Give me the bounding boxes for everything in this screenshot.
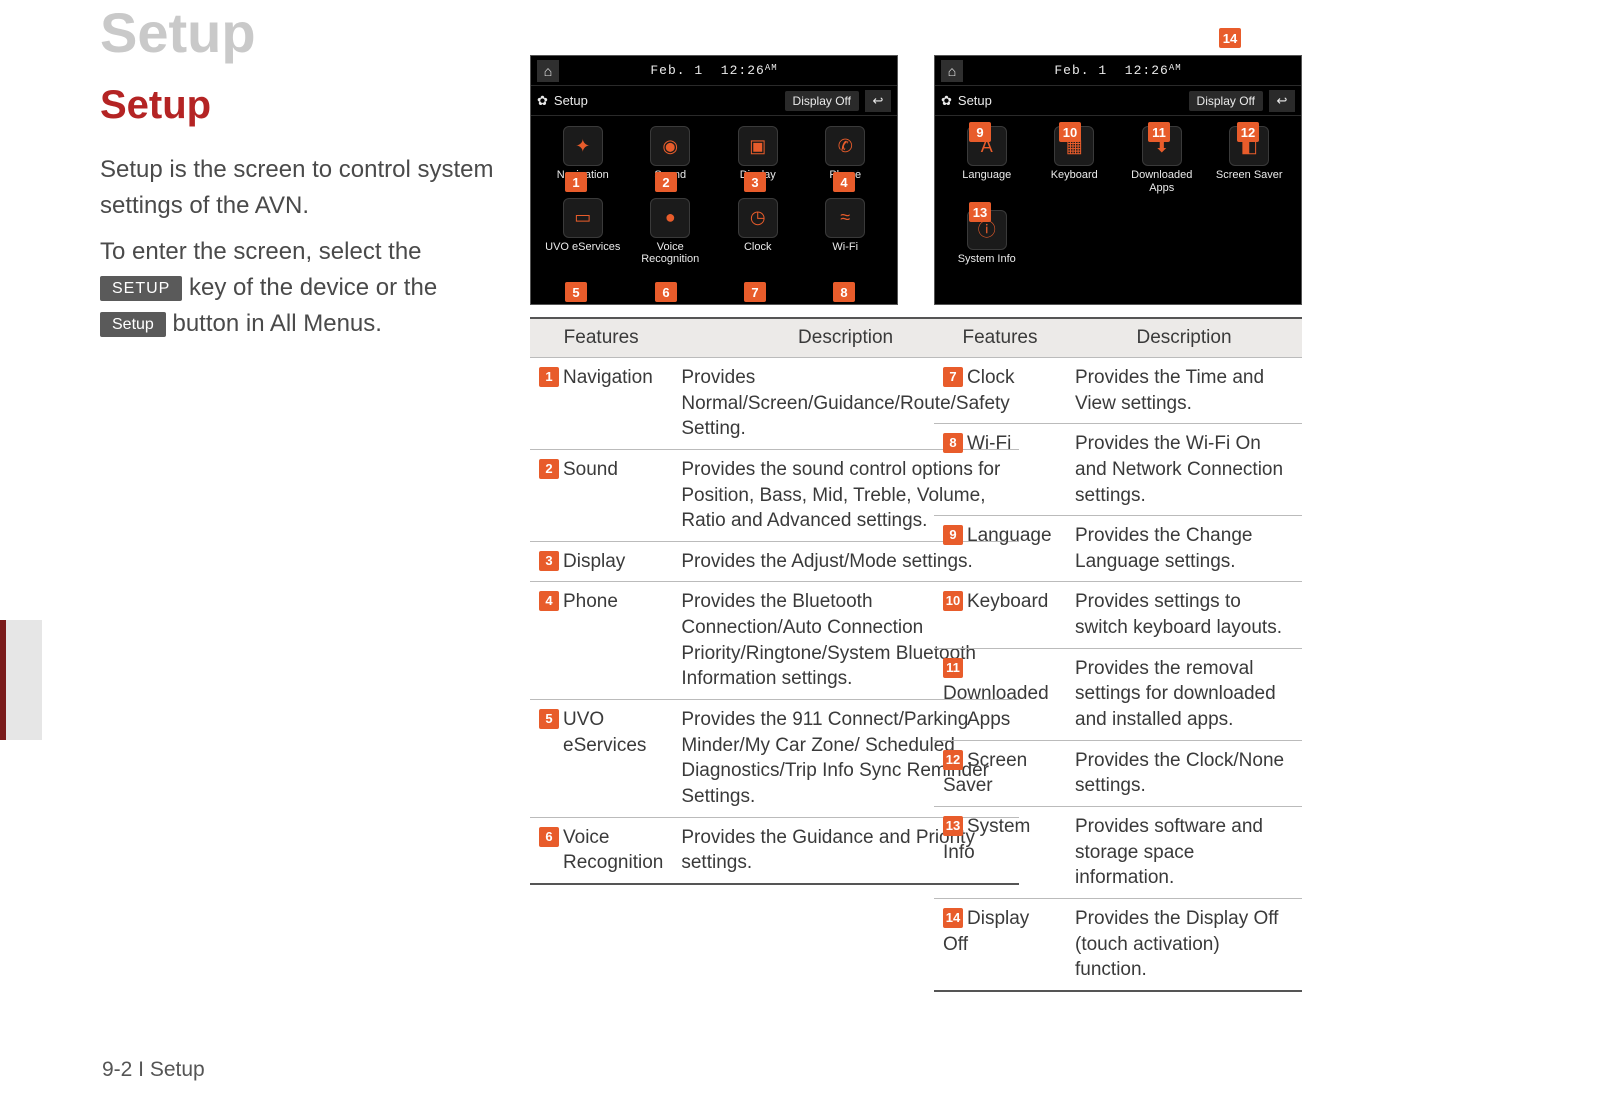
display-icon: ▣ bbox=[738, 126, 778, 166]
num-badge: 8 bbox=[943, 433, 963, 453]
callout-3: 3 bbox=[744, 172, 766, 192]
table-row: 8Wi-Fi Provides the Wi-Fi On and Network… bbox=[934, 424, 1302, 516]
feature-desc: Provides the Wi-Fi On and Network Connec… bbox=[1066, 424, 1302, 516]
table-row: 11 DownloadedApps Provides the removal se… bbox=[934, 648, 1302, 740]
feature-desc: Provides the Display Off (touch activati… bbox=[1066, 898, 1302, 990]
th-features: Features bbox=[530, 318, 672, 358]
screenshot-setup-page1: ⌂ Feb. 1 12:26AM ✿ Setup Display Off ↩ ✦… bbox=[530, 55, 898, 305]
table-row: 9Language Provides the Change Language s… bbox=[934, 516, 1302, 582]
num-badge: 12 bbox=[943, 750, 963, 770]
callout-5: 5 bbox=[565, 282, 587, 302]
wifi-icon: ≈ bbox=[825, 198, 865, 238]
callout-11: 11 bbox=[1148, 122, 1170, 142]
intro-p1: Setup is the screen to control system se… bbox=[100, 152, 500, 224]
callout-14: 14 bbox=[1219, 28, 1241, 48]
voice-icon: ● bbox=[650, 198, 690, 238]
num-badge: 9 bbox=[943, 525, 963, 545]
clock-icon: ◷ bbox=[738, 198, 778, 238]
callout-2: 2 bbox=[655, 172, 677, 192]
feature-desc: Provides the Time and View settings. bbox=[1066, 358, 1302, 424]
display-off-button: Display Off bbox=[785, 91, 859, 111]
callout-8: 8 bbox=[833, 282, 855, 302]
callout-9: 9 bbox=[969, 122, 991, 142]
feature-name: Sound bbox=[563, 459, 618, 480]
callout-7: 7 bbox=[744, 282, 766, 302]
feature-name: Keyboard bbox=[967, 591, 1048, 612]
table-row: 10Keyboard Provides settings to switch k… bbox=[934, 582, 1302, 648]
th-features: Features bbox=[934, 318, 1066, 358]
clock-readout: Feb. 1 12:26AM bbox=[1054, 63, 1181, 78]
feature-name: Language bbox=[967, 525, 1052, 546]
back-icon: ↩ bbox=[865, 90, 891, 112]
th-description: Description bbox=[1066, 318, 1302, 358]
table-row: 14Display Off Provides the Display Off (… bbox=[934, 898, 1302, 990]
back-icon: ↩ bbox=[1269, 90, 1295, 112]
num-badge: 5 bbox=[539, 709, 559, 729]
intro-text: Setup is the screen to control system se… bbox=[100, 152, 500, 342]
screen-title: Setup bbox=[958, 93, 992, 108]
app-clock: ◷Clock bbox=[714, 198, 802, 266]
section-tab bbox=[0, 620, 42, 740]
feature-name: Phone bbox=[563, 591, 618, 612]
callout-13: 13 bbox=[969, 202, 991, 222]
clock-readout: Feb. 1 12:26AM bbox=[650, 63, 777, 78]
callout-4: 4 bbox=[833, 172, 855, 192]
features-table-b: Features Description 7Clock Provides the… bbox=[934, 317, 1302, 992]
speaker-icon: ◉ bbox=[650, 126, 690, 166]
screen-title: Setup bbox=[554, 93, 588, 108]
gear-icon: ✿ bbox=[537, 93, 548, 109]
feature-name: DownloadedApps bbox=[943, 683, 1049, 730]
num-badge: 10 bbox=[943, 591, 963, 611]
app-uvo: ▭UVO eServices bbox=[539, 198, 627, 266]
page-footer: 9-2 I Setup bbox=[102, 1058, 205, 1082]
feature-desc: Provides software and storage space info… bbox=[1066, 806, 1302, 898]
feature-desc: Provides the Clock/None settings. bbox=[1066, 740, 1302, 806]
app-wifi: ≈Wi-Fi bbox=[802, 198, 890, 266]
callout-1: 1 bbox=[565, 172, 587, 192]
setup-hardkey: SETUP bbox=[100, 276, 182, 301]
feature-name: Navigation bbox=[563, 367, 653, 388]
screenshot-setup-page2: ⌂ Feb. 1 12:26AM ✿ Setup Display Off ↩ 1… bbox=[934, 55, 1302, 305]
num-badge: 4 bbox=[539, 591, 559, 611]
table-row: 12Screen Saver Provides the Clock/None s… bbox=[934, 740, 1302, 806]
num-badge: 13 bbox=[943, 816, 963, 836]
feature-name: Clock bbox=[967, 367, 1015, 388]
phone-icon: ✆ bbox=[825, 126, 865, 166]
table-row: 7Clock Provides the Time and View settin… bbox=[934, 358, 1302, 424]
intro-p2: To enter the screen, select the SETUP ke… bbox=[100, 234, 500, 342]
callout-6: 6 bbox=[655, 282, 677, 302]
home-icon: ⌂ bbox=[537, 60, 559, 82]
num-badge: 14 bbox=[943, 908, 963, 928]
uvo-icon: ▭ bbox=[563, 198, 603, 238]
feature-desc: Provides the Change Language settings. bbox=[1066, 516, 1302, 582]
table-row: 13System Info Provides software and stor… bbox=[934, 806, 1302, 898]
num-badge: 6 bbox=[539, 827, 559, 847]
feature-desc: Provides the removal settings for downlo… bbox=[1066, 648, 1302, 740]
feature-desc: Provides settings to switch keyboard lay… bbox=[1066, 582, 1302, 648]
num-badge: 11 bbox=[943, 658, 963, 678]
callout-12: 12 bbox=[1237, 122, 1259, 142]
intro-seg-c: button in All Menus. bbox=[172, 310, 381, 337]
num-badge: 3 bbox=[539, 551, 559, 571]
num-badge: 2 bbox=[539, 459, 559, 479]
home-icon: ⌂ bbox=[941, 60, 963, 82]
setup-softkey: Setup bbox=[100, 312, 166, 337]
intro-seg-a: To enter the screen, select the bbox=[100, 238, 422, 265]
gear-icon: ✿ bbox=[941, 93, 952, 109]
intro-seg-b: key of the device or the bbox=[189, 274, 437, 301]
num-badge: 7 bbox=[943, 367, 963, 387]
num-badge: 1 bbox=[539, 367, 559, 387]
display-off-button: Display Off bbox=[1189, 91, 1263, 111]
callout-10: 10 bbox=[1059, 122, 1081, 142]
app-voice: ●Voice Recognition bbox=[627, 198, 715, 266]
feature-name: Display bbox=[563, 551, 625, 572]
compass-icon: ✦ bbox=[563, 126, 603, 166]
feature-name: Wi-Fi bbox=[967, 433, 1011, 454]
